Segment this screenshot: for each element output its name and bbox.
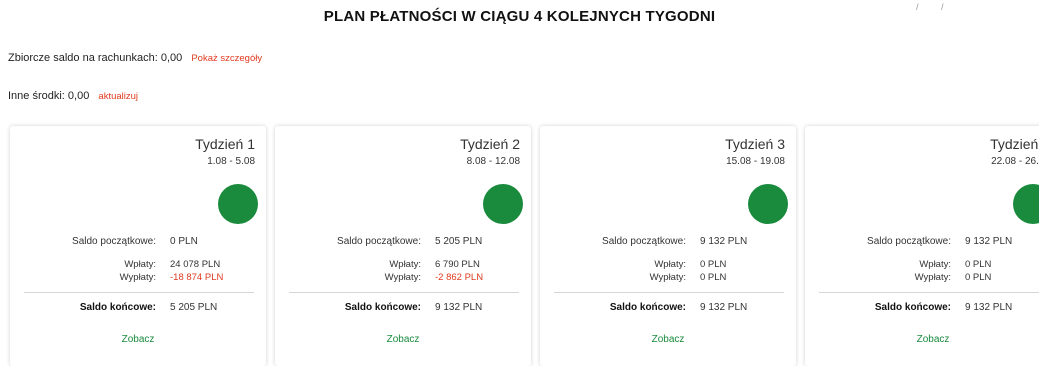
week-title: Tydzień 4 <box>990 136 1039 152</box>
divider <box>554 292 784 293</box>
week-card-1: Tydzień 1 1.08 - 5.08 Saldo początkowe: … <box>10 126 266 366</box>
deposits-value: 24 078 PLN <box>170 259 221 270</box>
status-indicator <box>1013 184 1039 224</box>
status-indicator <box>218 184 258 224</box>
closing-balance-value: 9 132 PLN <box>965 302 1013 313</box>
withdrawals-label: Wypłaty: <box>914 272 951 283</box>
divider <box>289 292 519 293</box>
closing-balance-value: 9 132 PLN <box>435 302 483 313</box>
view-week-link[interactable]: Zobacz <box>275 334 531 345</box>
show-details-link[interactable]: Pokaż szczegóły <box>191 53 262 64</box>
opening-balance-value: 9 132 PLN <box>965 236 1013 247</box>
weeks-container: Tydzień 1 1.08 - 5.08 Saldo początkowe: … <box>10 126 1039 366</box>
closing-balance-label: Saldo końcowe: <box>874 302 951 313</box>
closing-balance-label: Saldo końcowe: <box>344 302 421 313</box>
week-title: Tydzień 3 <box>725 136 785 152</box>
account-balance-line: Zbiorcze saldo na rachunkach: 0,00 Pokaż… <box>8 52 262 64</box>
withdrawals-label: Wypłaty: <box>649 272 686 283</box>
update-link[interactable]: aktualizuj <box>98 91 138 102</box>
week-card-4: Tydzień 4 22.08 - 26.08 Saldo początkowe… <box>805 126 1039 366</box>
view-week-link[interactable]: Zobacz <box>540 334 796 345</box>
page-title: PLAN PŁATNOŚCI W CIĄGU 4 KOLEJNYCH TYGOD… <box>323 8 716 25</box>
view-week-link[interactable]: Zobacz <box>805 334 1039 345</box>
opening-balance-value: 5 205 PLN <box>435 236 483 247</box>
withdrawals-value: 0 PLN <box>700 272 727 283</box>
week-dates: 8.08 - 12.08 <box>466 156 520 167</box>
closing-balance-value: 5 205 PLN <box>170 302 218 313</box>
withdrawals-value: -2 862 PLN <box>435 272 484 283</box>
opening-balance-value: 9 132 PLN <box>700 236 748 247</box>
closing-balance-label: Saldo końcowe: <box>609 302 686 313</box>
deposits-value: 6 790 PLN <box>435 259 480 270</box>
view-week-link[interactable]: Zobacz <box>10 334 266 345</box>
account-balance-text: Zbiorcze saldo na rachunkach: 0,00 <box>8 52 183 64</box>
withdrawals-value: 0 PLN <box>965 272 992 283</box>
withdrawals-value: -18 874 PLN <box>170 272 224 283</box>
deposits-label: Wpłaty: <box>124 259 156 270</box>
week-title: Tydzień 2 <box>460 136 520 152</box>
status-indicator <box>748 184 788 224</box>
withdrawals-label: Wypłaty: <box>119 272 156 283</box>
deposits-value: 0 PLN <box>700 259 727 270</box>
week-title: Tydzień 1 <box>195 136 255 152</box>
week-dates: 1.08 - 5.08 <box>207 156 255 167</box>
closing-balance-value: 9 132 PLN <box>700 302 748 313</box>
deposits-label: Wpłaty: <box>654 259 686 270</box>
deposits-value: 0 PLN <box>965 259 992 270</box>
opening-balance-label: Saldo początkowe: <box>867 236 951 247</box>
deposits-label: Wpłaty: <box>919 259 951 270</box>
divider <box>819 292 1039 293</box>
status-indicator <box>483 184 523 224</box>
deposits-label: Wpłaty: <box>389 259 421 270</box>
divider <box>24 292 254 293</box>
other-funds-text: Inne środki: 0,00 <box>8 90 90 102</box>
opening-balance-value: 0 PLN <box>170 236 198 247</box>
other-funds-line: Inne środki: 0,00 aktualizuj <box>8 90 138 102</box>
week-dates: 22.08 - 26.08 <box>991 156 1039 167</box>
withdrawals-label: Wypłaty: <box>384 272 421 283</box>
opening-balance-label: Saldo początkowe: <box>337 236 421 247</box>
week-card-3: Tydzień 3 15.08 - 19.08 Saldo początkowe… <box>540 126 796 366</box>
week-card-2: Tydzień 2 8.08 - 12.08 Saldo początkowe:… <box>275 126 531 366</box>
opening-balance-label: Saldo początkowe: <box>72 236 156 247</box>
closing-balance-label: Saldo końcowe: <box>79 302 156 313</box>
week-dates: 15.08 - 19.08 <box>726 156 785 167</box>
opening-balance-label: Saldo początkowe: <box>602 236 686 247</box>
